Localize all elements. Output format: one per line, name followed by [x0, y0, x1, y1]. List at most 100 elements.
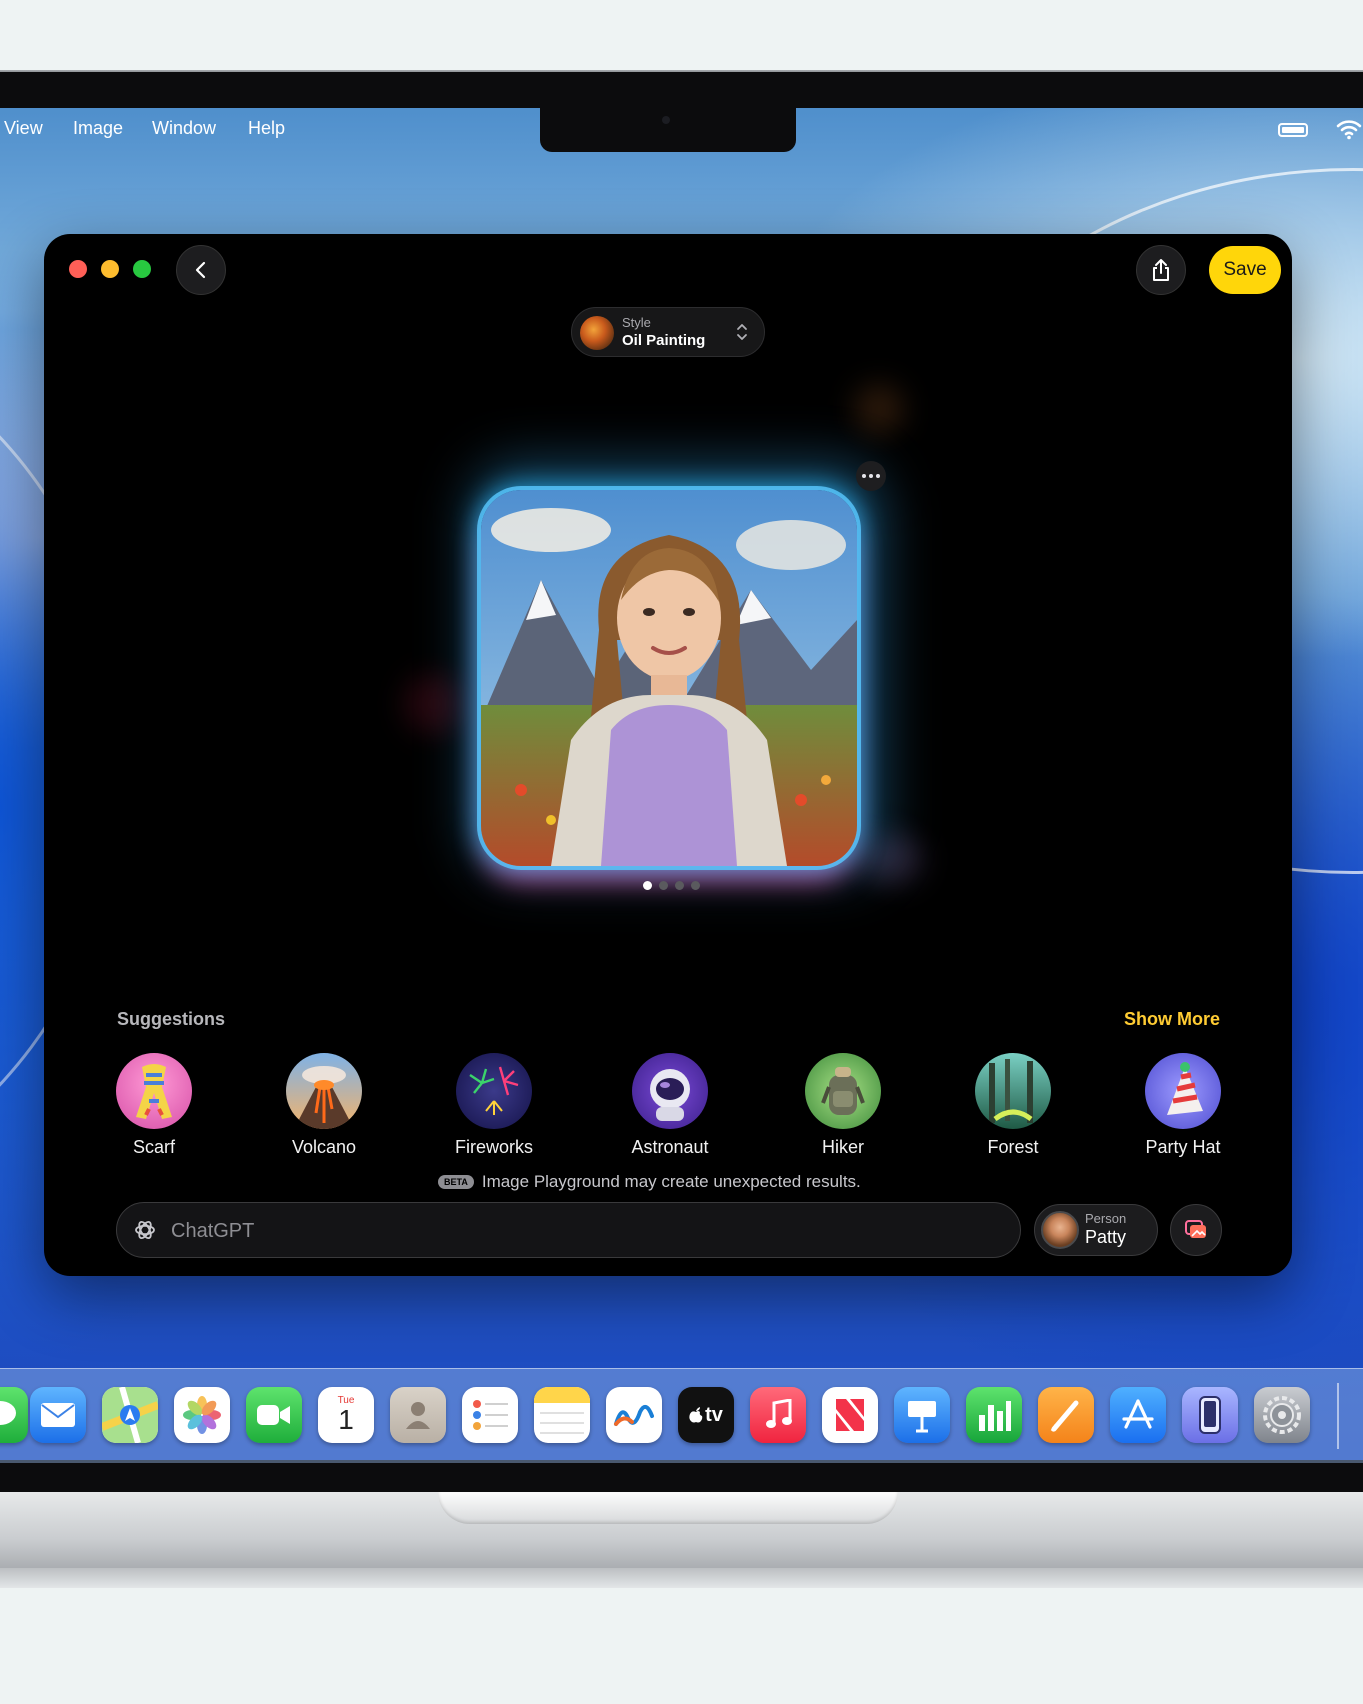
share-icon	[1153, 259, 1169, 281]
suggestion-party-hat[interactable]: Party Hat	[1118, 1053, 1248, 1158]
person-selector[interactable]: Person Patty	[1034, 1204, 1158, 1256]
photo-picker-button[interactable]	[1170, 1204, 1222, 1256]
share-button[interactable]	[1136, 245, 1186, 295]
fireworks-icon	[456, 1053, 532, 1129]
dock: Tue 1 tv	[0, 1368, 1363, 1463]
beta-text: Image Playground may create unexpected r…	[481, 1172, 861, 1191]
dock-keynote-app[interactable]	[894, 1387, 950, 1443]
calendar-date: 1	[338, 1403, 354, 1435]
style-label: Style	[622, 315, 651, 330]
menu-window[interactable]: Window	[152, 118, 216, 139]
suggestion-scarf[interactable]: Scarf	[89, 1053, 219, 1158]
reminders-icon	[473, 1400, 508, 1430]
suggestions-title: Suggestions	[117, 1009, 226, 1029]
menu-image[interactable]: Image	[73, 118, 123, 139]
suggestion-label: Scarf	[132, 1137, 175, 1157]
astronaut-icon	[632, 1053, 708, 1129]
suggestion-label: Party Hat	[1145, 1137, 1221, 1157]
show-more-button[interactable]: Show More	[1124, 1009, 1220, 1030]
numbers-icon	[979, 1401, 1011, 1431]
maps-icon	[102, 1387, 158, 1443]
camera	[662, 116, 670, 124]
suggestion-label: Forest	[987, 1137, 1039, 1157]
tv-label: tv	[705, 1403, 723, 1426]
dock-facetime-app[interactable]	[246, 1387, 302, 1443]
freeform-icon	[614, 1404, 654, 1426]
photos-stack-icon	[1185, 1220, 1206, 1238]
dock-numbers-app[interactable]	[966, 1387, 1022, 1443]
image-playground-window: Save Style Oil Painting Suggestions Show…	[44, 234, 1292, 1276]
page-dot[interactable]	[675, 881, 684, 890]
dock-notes-app[interactable]	[534, 1387, 590, 1443]
dock-mail-app[interactable]	[30, 1387, 86, 1443]
dock-reminders-app[interactable]	[462, 1387, 518, 1443]
oil-painting-portrait	[481, 490, 857, 866]
dock-app-store-app[interactable]	[1110, 1387, 1166, 1443]
chevron-up-down-icon	[737, 324, 747, 340]
battery-icon[interactable]	[1278, 123, 1308, 137]
page-dot[interactable]	[643, 881, 652, 890]
zoom-window-button[interactable]	[133, 260, 151, 278]
suggestion-fireworks[interactable]: Fireworks	[429, 1053, 559, 1158]
dock-maps-app[interactable]	[102, 1387, 158, 1443]
news-icon	[836, 1399, 864, 1431]
dock-contacts-app[interactable]	[390, 1387, 446, 1443]
dock-separator	[1337, 1383, 1339, 1449]
suggestion-volcano[interactable]: Volcano	[259, 1053, 389, 1158]
prompt-input[interactable]	[169, 1215, 993, 1247]
contacts-icon	[406, 1402, 430, 1429]
scarf-icon	[116, 1053, 192, 1129]
dock-music-app[interactable]	[750, 1387, 806, 1443]
iphone-icon	[1199, 1396, 1221, 1434]
dock-messages-app[interactable]	[0, 1387, 28, 1443]
prompt-field[interactable]	[116, 1202, 1021, 1258]
avatar	[1041, 1211, 1079, 1249]
suggestion-label: Volcano	[291, 1137, 357, 1157]
app-store-icon	[1122, 1399, 1154, 1429]
gear-icon	[1263, 1396, 1301, 1434]
dock-news-app[interactable]	[822, 1387, 878, 1443]
forest-icon	[975, 1053, 1051, 1129]
bokeh-light	[854, 384, 904, 434]
suggestion-astronaut[interactable]: Astronaut	[605, 1053, 735, 1158]
person-label: Person	[1085, 1211, 1127, 1226]
save-button[interactable]: Save	[1209, 246, 1281, 294]
music-note-icon	[766, 1399, 792, 1428]
laptop-base-edge	[0, 1568, 1363, 1588]
apple-logo-icon	[689, 1407, 703, 1423]
bokeh-light	[404, 674, 464, 734]
notes-icon	[534, 1387, 590, 1434]
suggestion-label: Hiker	[821, 1137, 864, 1157]
style-thumbnail	[580, 316, 614, 350]
dock-freeform-app[interactable]	[606, 1387, 662, 1443]
more-options-button[interactable]	[856, 461, 886, 491]
close-window-button[interactable]	[69, 260, 87, 278]
beta-badge: BETA	[438, 1175, 474, 1189]
suggestion-hiker[interactable]: Hiker	[778, 1053, 908, 1158]
wifi-icon[interactable]	[1336, 118, 1362, 140]
pages-icon	[1050, 1400, 1079, 1432]
party-hat-icon	[1145, 1053, 1221, 1129]
messages-icon	[0, 1401, 16, 1425]
photos-icon	[183, 1396, 221, 1434]
dock-pages-app[interactable]	[1038, 1387, 1094, 1443]
dock-photos-app[interactable]	[174, 1387, 230, 1443]
suggestion-forest[interactable]: Forest	[948, 1053, 1078, 1158]
facetime-icon	[257, 1405, 290, 1425]
menu-view[interactable]: View	[4, 118, 43, 139]
backpack-icon	[805, 1053, 881, 1129]
dock-system-settings-app[interactable]	[1254, 1387, 1310, 1443]
minimize-window-button[interactable]	[101, 260, 119, 278]
back-button[interactable]	[176, 245, 226, 295]
suggestion-label: Fireworks	[454, 1137, 533, 1157]
page-dot[interactable]	[691, 881, 700, 890]
menu-help[interactable]: Help	[248, 118, 285, 139]
page-dot[interactable]	[659, 881, 668, 890]
generated-image[interactable]	[481, 490, 857, 866]
style-selector[interactable]: Style Oil Painting	[571, 307, 765, 357]
beta-disclaimer: BETA Image Playground may create unexpec…	[438, 1171, 861, 1193]
style-value: Oil Painting	[622, 332, 706, 349]
dock-iphone-mirroring-app[interactable]	[1182, 1387, 1238, 1443]
dock-tv-app[interactable]: tv	[678, 1387, 734, 1443]
dock-calendar-app[interactable]: Tue 1	[318, 1387, 374, 1443]
